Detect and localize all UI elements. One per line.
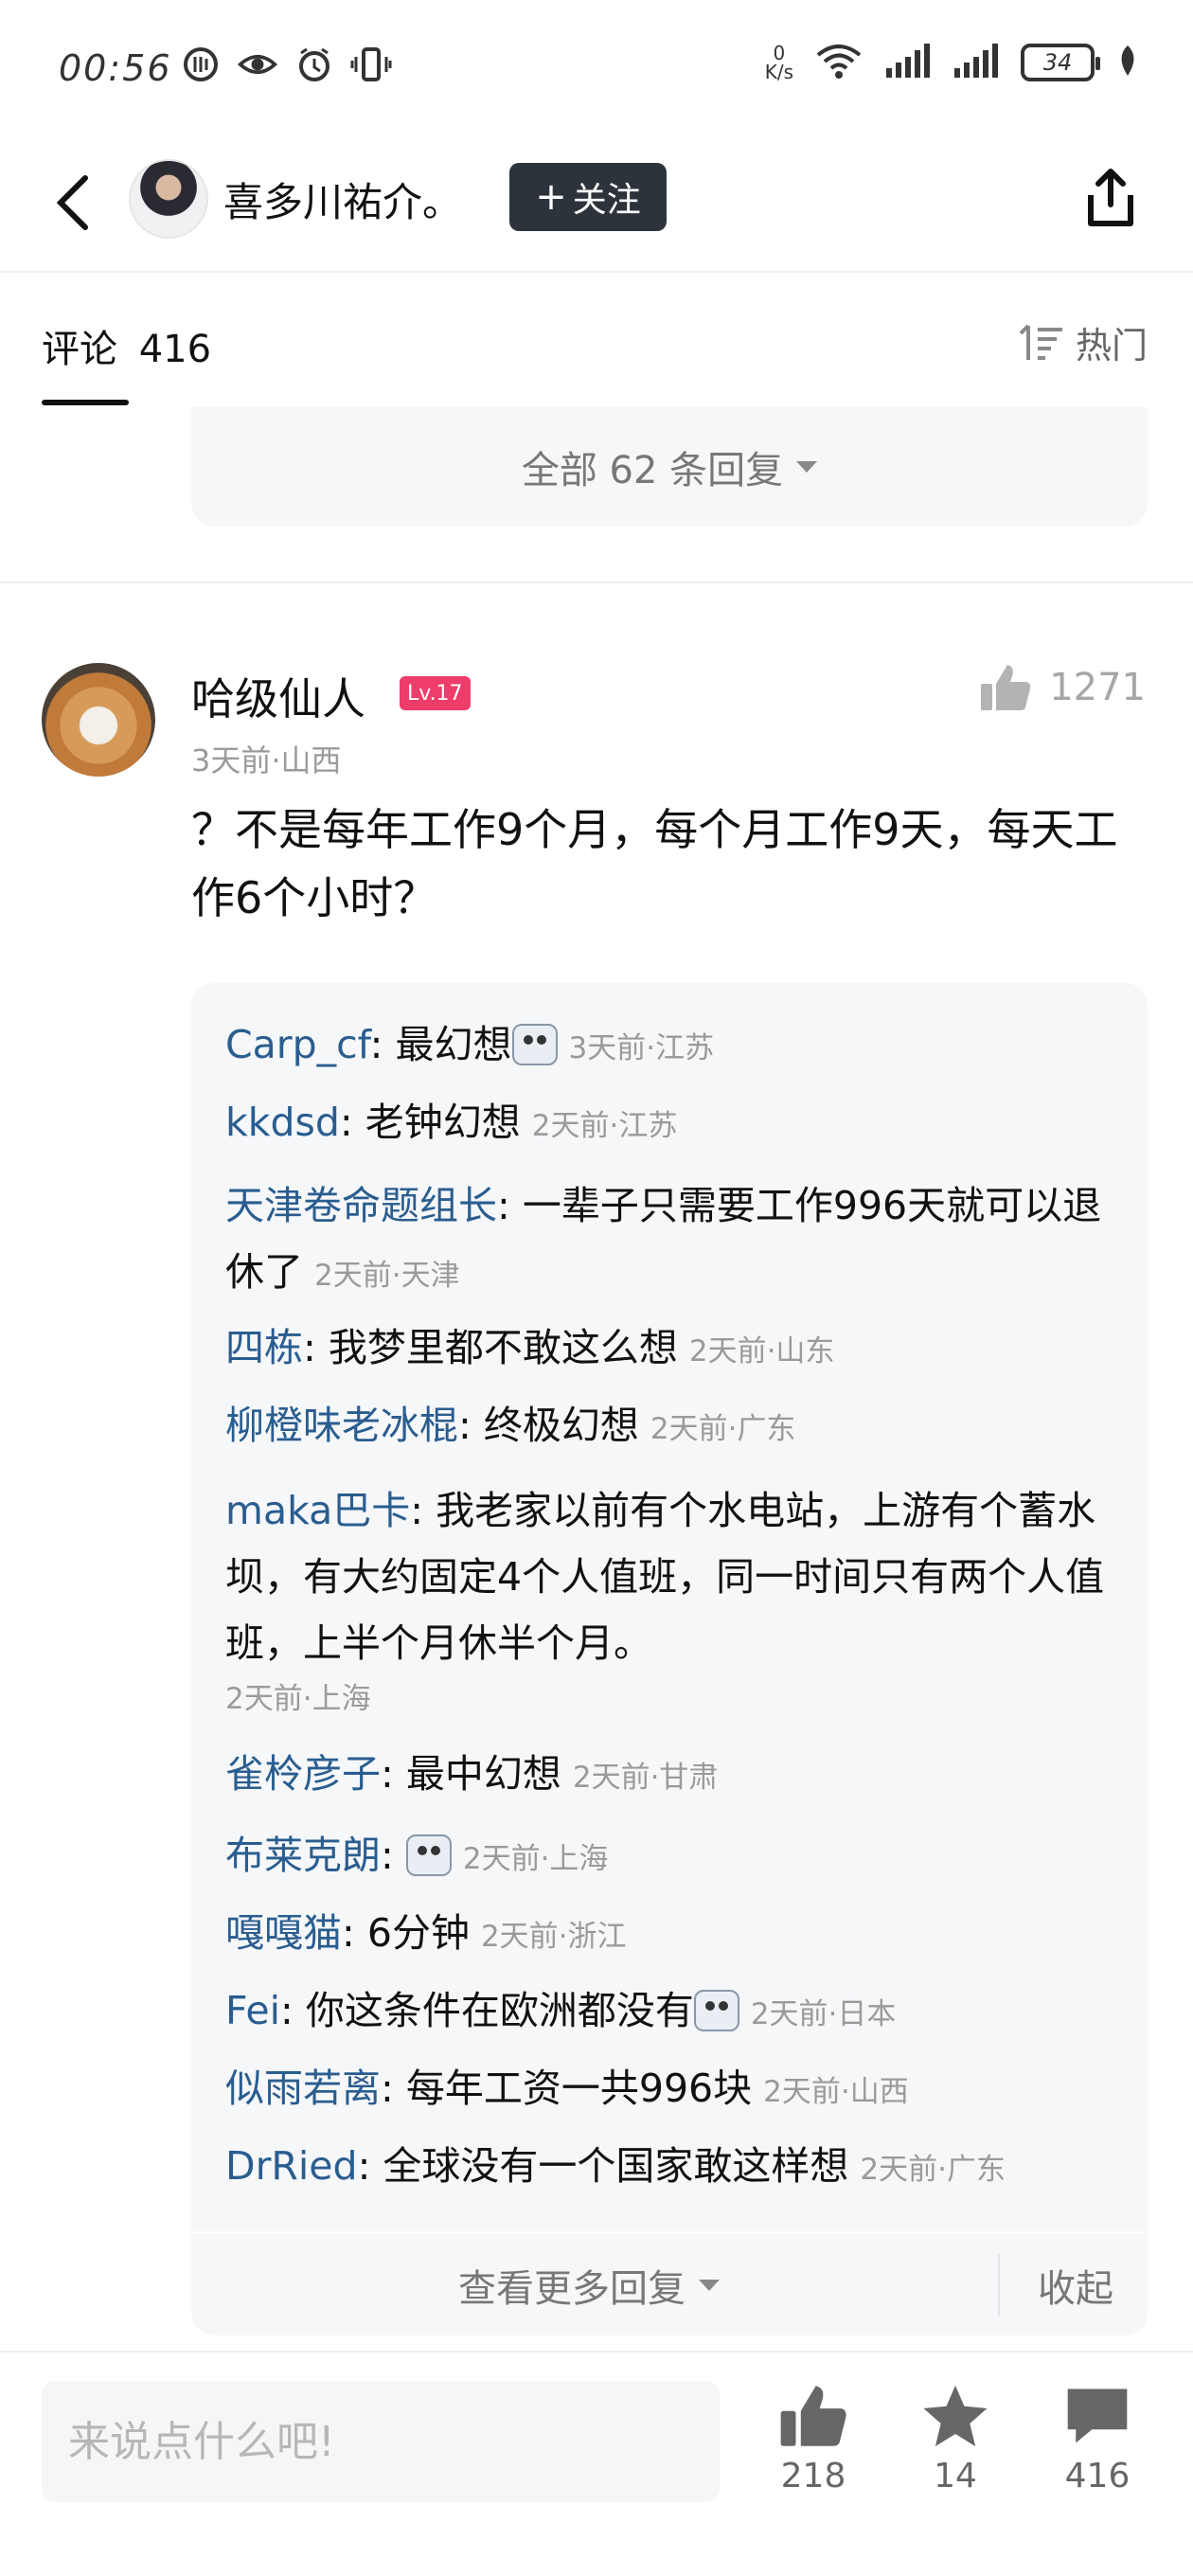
reply-user[interactable]: 似雨若离	[225, 2066, 381, 2111]
battery-icon: 34	[1021, 44, 1100, 81]
comment-text: ？不是每年工作9个月，每个月工作9天，每天工作6个小时？	[191, 804, 1118, 923]
favorite-button[interactable]: 14	[903, 2383, 1007, 2496]
thumbs-up-icon	[981, 665, 1031, 710]
more-replies-button[interactable]: 查看更多回复	[191, 2233, 987, 2337]
clock: 00:56	[59, 47, 172, 89]
reply[interactable]: 似雨若离: 每年工资一共996块 2天前·山西	[225, 2055, 1125, 2125]
reply[interactable]: Carp_cf: 最幻想 3天前·江苏	[225, 1011, 1125, 1082]
reply-user[interactable]: Carp_cf	[225, 1022, 370, 1067]
thumbs-up-icon	[780, 2386, 846, 2446]
dog-emoji-icon	[405, 1834, 452, 1876]
reply[interactable]: DrRied: 全球没有一个国家敢这样想 2天前·广东	[225, 2133, 1125, 2203]
leaf-icon	[1115, 42, 1140, 83]
commenter-avatar[interactable]	[42, 663, 155, 777]
app-notification-icon	[180, 44, 222, 85]
comment-like-button[interactable]: 1271	[979, 663, 1146, 712]
tab-comments[interactable]: 评论 416	[42, 318, 211, 373]
reply[interactable]: Fei: 你这条件在欧洲都没有 2天前·日本	[225, 1977, 1125, 2048]
chevron-left-icon	[56, 175, 88, 230]
reply-user[interactable]: kkdsd	[225, 1100, 340, 1145]
reply[interactable]: kkdsd: 老钟幻想 2天前·江苏	[225, 1089, 1125, 1159]
chevron-down-icon	[699, 2280, 720, 2291]
post-header: 喜多川祐介。 + 关注	[0, 142, 1193, 271]
footer-divider	[998, 2254, 1000, 2317]
reply[interactable]: 嘎嘎猫: 6分钟 2天前·浙江	[225, 1900, 1125, 1970]
eye-icon	[237, 44, 278, 85]
status-bar: 00:56 0 K/s 34	[0, 0, 1193, 142]
network-speed: 0 K/s	[764, 42, 793, 83]
wifi-icon	[814, 42, 864, 83]
tab-active-indicator	[42, 400, 129, 405]
signal-icon-1	[884, 42, 932, 83]
comment-button[interactable]: 416	[1045, 2383, 1149, 2496]
share-button[interactable]	[1077, 165, 1144, 231]
replies-box: Carp_cf: 最幻想 3天前·江苏 kkdsd: 老钟幻想 2天前·江苏 天津卷…	[191, 983, 1148, 2335]
sort-icon	[1019, 324, 1062, 360]
alarm-icon	[294, 44, 335, 85]
collapse-button[interactable]: 收起	[1038, 2233, 1113, 2337]
reply-user[interactable]: 嘎嘎猫	[225, 1910, 342, 1956]
chevron-down-icon	[796, 461, 818, 473]
reply-user[interactable]: maka巴卡	[225, 1488, 410, 1533]
plus-icon: +	[535, 175, 567, 219]
back-button[interactable]	[38, 169, 106, 237]
replies-footer: 查看更多回复 收起	[191, 2231, 1148, 2335]
system-icons: 0 K/s 34	[765, 42, 1140, 83]
crying-emoji-icon	[511, 1024, 558, 1065]
reply[interactable]: 天津卷命题组长: 一辈子只需要工作996天就可以退休了 2天前·天津	[225, 1172, 1125, 1309]
reply[interactable]: 四栋: 我梦里都不敢这么想 2天前·山东	[225, 1315, 1125, 1385]
reply-user[interactable]: 天津卷命题组长	[225, 1183, 497, 1228]
reply-user[interactable]: Fei	[225, 1988, 280, 2033]
author-name[interactable]: 喜多川祐介。	[223, 170, 462, 228]
bottom-action-bar: 218 14 416	[0, 2351, 1193, 2576]
signal-icon-2	[953, 42, 1000, 83]
comment-meta: 3天前·山西	[191, 742, 342, 778]
crying-emoji-icon	[693, 1990, 739, 2031]
reply-user[interactable]: 雀柃彦子	[225, 1751, 381, 1797]
comment-tabs: 评论 416 热门	[0, 273, 1193, 405]
reply[interactable]: 雀柃彦子: 最中幻想 2天前·甘肃	[225, 1741, 1125, 1811]
star-icon	[923, 2385, 988, 2447]
commenter-name[interactable]: 哈级仙人	[191, 665, 365, 727]
vibrate-icon	[350, 44, 392, 85]
reply[interactable]: 柳橙味老冰棍: 终极幻想 2天前·广东	[225, 1392, 1125, 1462]
reply-user[interactable]: DrRied	[225, 2143, 358, 2189]
reply[interactable]: 布莱克朗: 2天前·上海	[225, 1822, 1125, 1892]
all-replies-button[interactable]: 全部 62 条回复	[191, 407, 1148, 527]
comment-input[interactable]	[42, 2381, 720, 2502]
section-divider	[0, 581, 1193, 583]
author-avatar[interactable]	[129, 159, 208, 239]
reply-user[interactable]: 四栋	[225, 1325, 303, 1370]
follow-button[interactable]: + 关注	[509, 163, 667, 231]
level-badge: Lv.17	[400, 676, 471, 710]
reply[interactable]: maka巴卡: 我老家以前有个水电站，上游有个蓄水坝，有大约固定4个人值班，同一…	[225, 1477, 1125, 1722]
chat-bubble-icon	[1067, 2388, 1128, 2443]
share-icon	[1088, 169, 1133, 226]
reply-user[interactable]: 布莱克朗	[225, 1833, 381, 1878]
like-button[interactable]: 218	[761, 2383, 865, 2496]
reply-user[interactable]: 柳橙味老冰棍	[225, 1403, 458, 1448]
notification-icons	[180, 44, 392, 85]
sort-button[interactable]: 热门	[1017, 316, 1148, 368]
